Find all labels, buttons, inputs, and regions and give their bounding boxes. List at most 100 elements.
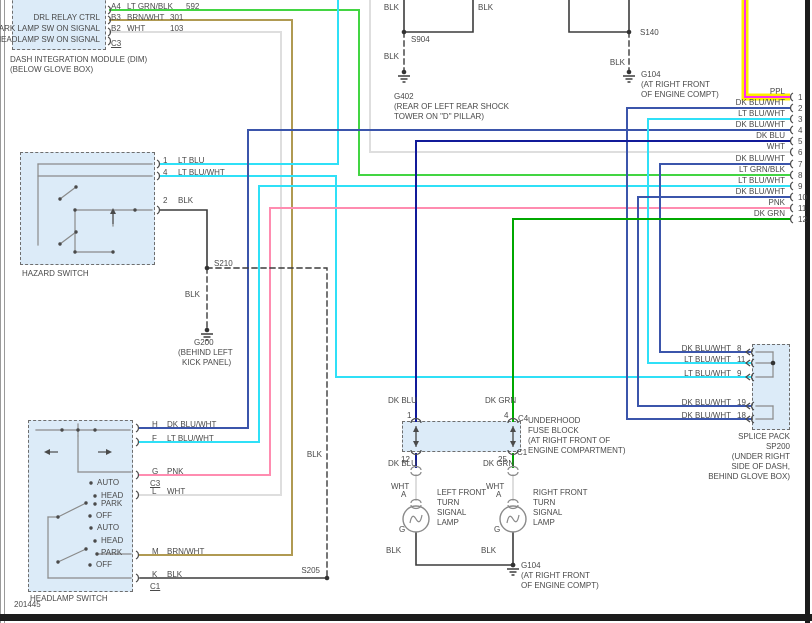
diagram-label: 592 <box>186 2 200 11</box>
diagram-label: 4 <box>163 168 168 177</box>
diagram-label: 2 <box>163 196 168 205</box>
figure-number: 201445 <box>14 600 41 609</box>
diagram-label: 4 <box>504 411 509 420</box>
diagram-label: HEADLAMP SWITCH <box>30 594 108 603</box>
diagram-label: 9 <box>737 369 742 378</box>
diagram-label: HEAD <box>101 536 124 545</box>
diagram-label: PNK <box>768 198 785 207</box>
diagram-label: (BEHIND LEFT <box>178 348 233 357</box>
diagram-label: BLK <box>481 546 497 555</box>
diagram-label: UNDERHOOD <box>528 416 581 425</box>
diagram-label: BRN/WHT <box>167 547 205 556</box>
diagram-label: DK BLU/WHT <box>681 411 731 420</box>
diagram-label: DK BLU <box>388 459 417 468</box>
diagram-label: PPL <box>769 87 785 96</box>
diagram-label: DK BLU/WHT <box>735 120 785 129</box>
diagram-label: DK BLU/WHT <box>681 344 731 353</box>
diagram-label: 19 <box>737 398 746 407</box>
diagram-label: LT GRN/BLK <box>739 165 785 174</box>
diagram-label: KICK PANEL) <box>182 358 232 367</box>
diagram-label: AUTO <box>97 523 120 532</box>
diagram-label: FUSE BLOCK <box>528 426 579 435</box>
diagram-label: DK BLU/WHT <box>735 187 785 196</box>
diagram-label: S140 <box>640 28 659 37</box>
diagram-label: OF ENGINE COMPT) <box>641 90 719 99</box>
diagram-label: PNK <box>167 467 184 476</box>
diagram-label: (AT RIGHT FRONT <box>521 571 590 580</box>
diagram-label: PARK <box>101 548 123 557</box>
diagram-label: 1 <box>798 93 803 102</box>
diagram-label: G200 <box>194 338 214 347</box>
diagram-label: SP200 <box>765 442 790 451</box>
diagram-label: G <box>494 525 501 534</box>
diagram-label: F <box>152 434 157 443</box>
diagram-label: (REAR OF LEFT REAR SHOCK <box>394 102 509 111</box>
diagram-label: DK BLU <box>756 131 785 140</box>
diagram-label: 1 <box>163 156 168 165</box>
diagram-label: DK BLU/WHT <box>735 154 785 163</box>
diagram-label: G402 <box>394 92 414 101</box>
diagram-label: BLK <box>184 290 200 299</box>
diagram-label: H <box>152 420 158 429</box>
diagram-label: DK GRN <box>483 459 515 468</box>
diagram-label: 11 <box>798 204 807 213</box>
diagram-label: 6 <box>798 148 803 157</box>
diagram-label: C1 <box>517 448 528 457</box>
diagram-label: 301 <box>170 13 184 22</box>
diagram-label: 4 <box>798 126 803 135</box>
diagram-label: SIGNAL <box>437 508 467 517</box>
diagram-label: K <box>152 570 158 579</box>
diagram-label: TURN <box>437 498 460 507</box>
diagram-label: DK BLU <box>388 396 417 405</box>
diagram-label: 18 <box>737 411 746 420</box>
diagram-label: LT BLU/WHT <box>167 434 214 443</box>
diagram-label: S210 <box>214 259 233 268</box>
diagram-label: OFF <box>96 511 112 520</box>
diagram-label: DK BLU/WHT <box>167 420 217 429</box>
diagram-label: HAZARD SWITCH <box>22 269 89 278</box>
diagram-label: PARK <box>101 499 123 508</box>
diagram-label: DK GRN <box>753 209 785 218</box>
diagram-label: WHT <box>127 24 146 33</box>
diagram-label: DK GRN <box>485 396 517 405</box>
diagram-label: PARK LAMP SW ON SIGNAL <box>0 24 100 33</box>
diagram-label: DASH INTEGRATION MODULE (DIM) <box>10 55 148 64</box>
diagram-label: TOWER ON "D" PILLAR) <box>394 112 484 121</box>
diagram-label: L <box>152 487 157 496</box>
diagram-label: BEHIND GLOVE BOX) <box>708 472 790 481</box>
diagram-label: 9 <box>798 182 803 191</box>
diagram-label: 103 <box>170 24 184 33</box>
diagram-label: WHT <box>766 142 785 151</box>
diagram-label: WHT <box>167 487 186 496</box>
diagram-label: SIDE OF DASH, <box>731 462 790 471</box>
diagram-label: LEFT FRONT <box>437 488 487 497</box>
diagram-label: OF ENGINE COMPT) <box>521 581 599 590</box>
diagram-label: LT BLU/WHT <box>684 355 731 364</box>
diagram-label: 8 <box>798 171 803 180</box>
diagram-label: DRL RELAY CTRL <box>33 13 100 22</box>
diagram-label: LT BLU/WHT <box>738 109 785 118</box>
label-layer: DRL RELAY CTRL PARK LAMP SW ON SIGNAL HEAD… <box>0 0 812 623</box>
diagram-label: C4 <box>518 414 529 423</box>
diagram-label: BRN/WHT <box>127 13 165 22</box>
diagram-label: (AT RIGHT FRONT <box>641 80 710 89</box>
diagram-label: BLK <box>386 546 402 555</box>
diagram-label: B3 <box>111 13 121 22</box>
diagram-label: G <box>399 525 406 534</box>
diagram-label: DK BLU/WHT <box>681 398 731 407</box>
diagram-label: 5 <box>798 137 803 146</box>
diagram-label: C3 <box>111 39 122 48</box>
diagram-label: LAMP <box>437 518 459 527</box>
diagram-label: HEADLAMP SW ON SIGNAL <box>0 35 100 44</box>
diagram-label: 3 <box>798 115 803 124</box>
diagram-label: OFF <box>96 560 112 569</box>
diagram-label: LT BLU/WHT <box>738 176 785 185</box>
diagram-label: 10 <box>798 193 807 202</box>
diagram-label: M <box>152 547 159 556</box>
diagram-label: (AT RIGHT FRONT OF <box>528 436 611 445</box>
diagram-label: (BELOW GLOVE BOX) <box>10 65 94 74</box>
diagram-label: BLK <box>383 52 399 61</box>
diagram-label: 11 <box>737 355 746 364</box>
diagram-label: 7 <box>798 160 803 169</box>
diagram-label: 1 <box>407 411 412 420</box>
